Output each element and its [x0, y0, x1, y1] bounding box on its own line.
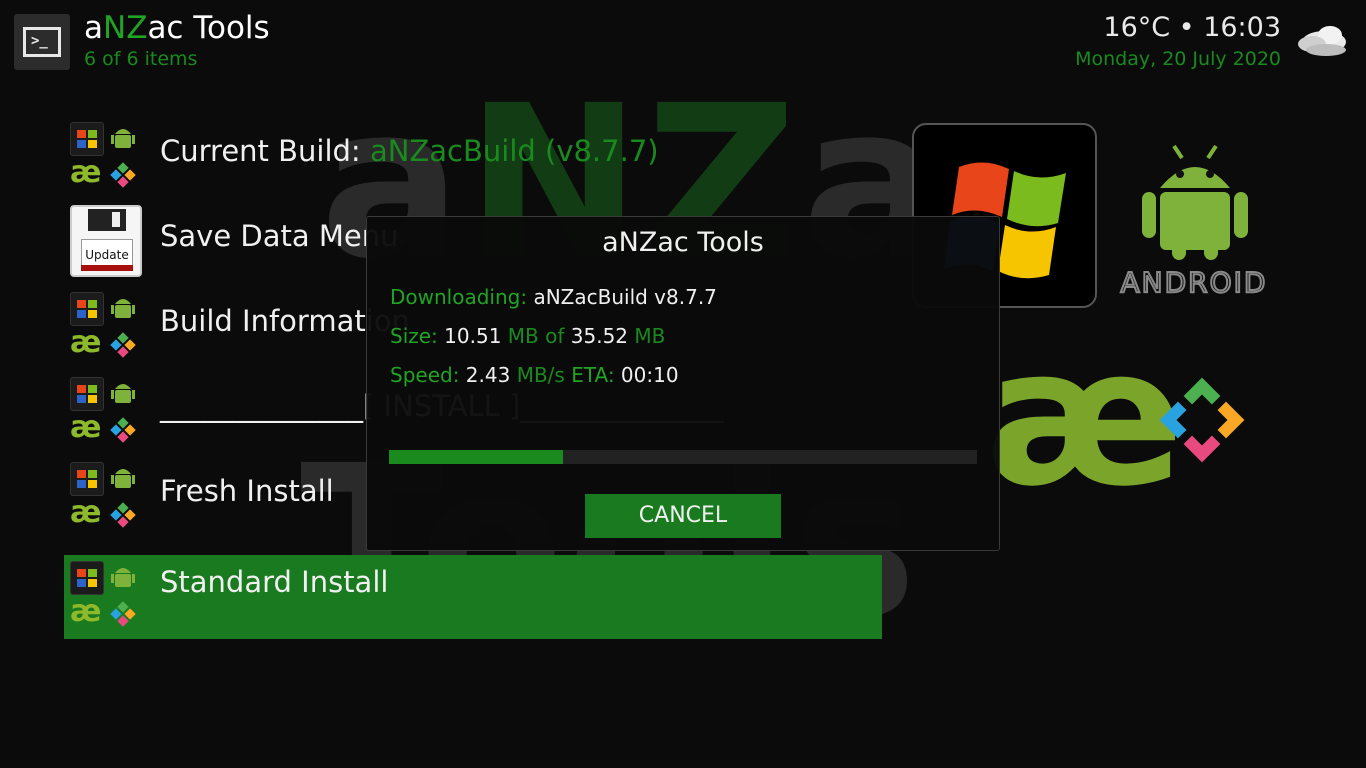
- windows-icon: [70, 462, 104, 496]
- windows-icon: [70, 377, 104, 411]
- ae-icon: æ: [70, 325, 102, 360]
- app-title: aNZac Tools: [84, 10, 270, 46]
- android-icon: [106, 561, 140, 595]
- ae-icon: æ: [70, 410, 102, 445]
- date-label: Monday, 20 July 2020: [1075, 48, 1281, 70]
- list-item-label: Current Build: aNZacBuild (v8.7.7): [160, 134, 659, 168]
- list-item-standard-install[interactable]: æ Standard Install: [64, 555, 882, 639]
- build-icon-grid: æ: [70, 122, 140, 192]
- android-icon: [106, 377, 140, 411]
- terminal-icon: >_: [14, 14, 70, 70]
- diamond-icon: [106, 597, 140, 631]
- android-icon: [106, 292, 140, 326]
- list-item-label: Fresh Install: [160, 474, 334, 508]
- android-logo-art: ANDROID: [1112, 140, 1277, 300]
- ae-icon: æ: [70, 594, 102, 629]
- speed-line: Speed: 2.43 MB/s ETA: 00:10: [390, 363, 679, 387]
- list-item-label: Save Data Menu: [160, 219, 399, 253]
- list-item-current-build[interactable]: æ Current Build: aNZacBuild (v8.7.7): [64, 114, 882, 198]
- android-icon: [106, 122, 140, 156]
- ae-icon: æ: [70, 495, 102, 530]
- build-icon-grid: æ: [70, 377, 140, 447]
- diamond-icon: [106, 328, 140, 362]
- cloud-icon: [1298, 26, 1346, 56]
- diamond-icon: [106, 158, 140, 192]
- build-icon-grid: æ: [70, 561, 140, 631]
- size-line: Size: 10.51 MB of 35.52 MB: [390, 324, 666, 348]
- item-count: 6 of 6 items: [84, 48, 198, 70]
- windows-icon: [70, 292, 104, 326]
- progress-fill: [389, 450, 564, 464]
- build-icon-grid: æ: [70, 292, 140, 362]
- dialog-title: aNZac Tools: [602, 227, 764, 258]
- diamond-icon: [106, 498, 140, 532]
- windows-icon: [70, 561, 104, 595]
- build-icon-grid: æ: [70, 462, 140, 532]
- download-progress-dialog: aNZac Tools Downloading: aNZacBuild v8.7…: [366, 216, 1000, 551]
- svg-text:ANDROID: ANDROID: [1121, 266, 1268, 299]
- floppy-disk-icon: Update: [70, 205, 142, 277]
- downloading-line: Downloading: aNZacBuild v8.7.7: [390, 285, 717, 309]
- download-progress-bar: [389, 450, 977, 464]
- android-icon: [106, 462, 140, 496]
- diamond-icon: [106, 413, 140, 447]
- windows-icon: [70, 122, 104, 156]
- weather-time: 16°C • 16:03: [1103, 12, 1281, 43]
- ae-icon: æ: [70, 155, 102, 190]
- cancel-button[interactable]: CANCEL: [585, 494, 781, 538]
- diamond-logo-art: [1159, 377, 1245, 463]
- list-item-label: Standard Install: [160, 565, 389, 599]
